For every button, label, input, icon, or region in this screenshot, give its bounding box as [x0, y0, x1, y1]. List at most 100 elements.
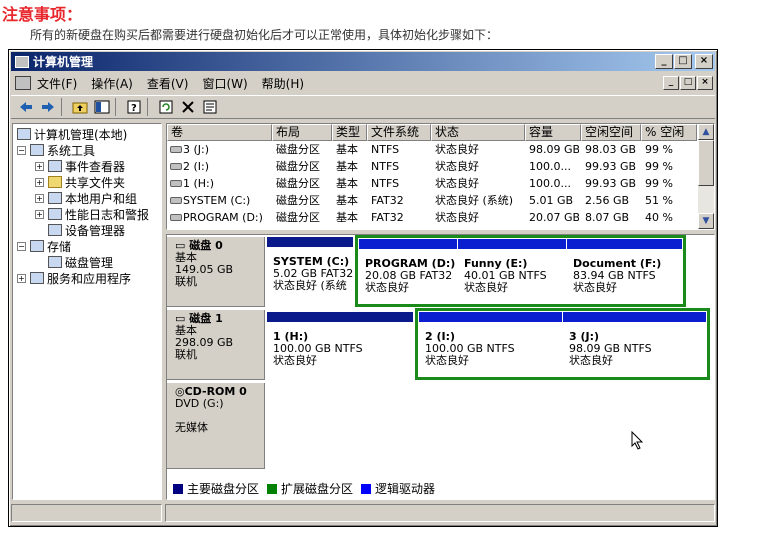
- disk-1-label[interactable]: ▭ 磁盘 1 基本 298.09 GB 联机: [167, 310, 265, 380]
- volume-cell: 99 %: [645, 160, 673, 173]
- partition-system-c[interactable]: SYSTEM (C:) 5.02 GB FAT32 状态良好 (系统: [267, 237, 353, 305]
- volume-drive-icon: [170, 146, 182, 153]
- tree-item-local-users[interactable]: + 本地用户和组: [35, 190, 137, 206]
- minimize-button[interactable]: _: [655, 54, 673, 69]
- refresh-icon[interactable]: [155, 97, 177, 117]
- status-pane-2: [165, 504, 715, 522]
- child-minimize-button[interactable]: _: [663, 76, 679, 90]
- volume-list-scrollbar[interactable]: ▲ ▼: [698, 124, 714, 229]
- volume-cell: NTFS: [371, 143, 400, 156]
- col-header-volume[interactable]: 卷: [167, 124, 272, 141]
- note-text: 所有的新硬盘在购买后都需要进行硬盘初始化后才可以正常使用，具体初始化步骤如下：: [30, 28, 499, 42]
- tree-item-event-viewer[interactable]: + 事件查看器: [35, 158, 125, 174]
- collapse-toggle[interactable]: −: [17, 241, 26, 251]
- expand-toggle[interactable]: +: [17, 273, 26, 283]
- volume-cell: NTFS: [371, 177, 400, 190]
- volume-cell: 状态良好 (系统): [435, 194, 514, 207]
- partition-document-f[interactable]: Document (F:) 83.94 GB NTFS 状态良好: [567, 239, 682, 303]
- partition-3-j[interactable]: 3 (J:) 98.09 GB NTFS 状态良好: [563, 312, 706, 376]
- partition-2-i[interactable]: 2 (I:) 100.00 GB NTFS 状态良好: [419, 312, 562, 376]
- tree-item-system-tools[interactable]: − 系统工具: [17, 142, 95, 158]
- partition-program-d[interactable]: PROGRAM (D:) 20.08 GB FAT32 状态良好: [359, 239, 457, 303]
- volume-cell: 磁盘分区: [276, 211, 320, 224]
- expand-toggle[interactable]: +: [35, 177, 44, 187]
- volume-cell: 100.0...: [529, 160, 571, 173]
- expand-toggle[interactable]: +: [35, 193, 44, 203]
- storage-icon: [30, 240, 44, 252]
- tree-item-shared-folders[interactable]: + 共享文件夹: [35, 174, 125, 190]
- forward-arrow-icon[interactable]: [37, 97, 59, 117]
- volume-name-cell[interactable]: SYSTEM (C:): [183, 192, 272, 209]
- menu-view[interactable]: 查看(V): [147, 75, 189, 92]
- tree-item-disk-management[interactable]: 磁盘管理: [48, 254, 113, 270]
- disk-0-label[interactable]: ▭ 磁盘 0 基本 149.05 GB 联机: [167, 237, 265, 307]
- volume-cell: FAT32: [371, 194, 404, 207]
- tree-item-root[interactable]: 计算机管理(本地): [17, 126, 127, 142]
- volume-cell: 99.93 GB: [585, 160, 637, 173]
- volume-cell: NTFS: [371, 160, 400, 173]
- expand-toggle[interactable]: +: [35, 209, 44, 219]
- collapse-toggle[interactable]: −: [17, 145, 26, 155]
- volume-name-cell[interactable]: 3 (J:): [183, 141, 272, 158]
- volume-cell: 磁盘分区: [276, 177, 320, 190]
- svg-text:?: ?: [131, 103, 137, 114]
- legend-swatch: [361, 483, 372, 494]
- volume-cell: 2.56 GB: [585, 194, 630, 207]
- volume-cell: 状态良好: [435, 160, 479, 173]
- title-bar[interactable]: 计算机管理 _ □ ×: [11, 52, 715, 71]
- menu-action[interactable]: 操作(A): [91, 75, 133, 92]
- menu-file[interactable]: 文件(F): [37, 75, 77, 92]
- scroll-thumb[interactable]: [698, 140, 714, 186]
- col-header-percent-free[interactable]: % 空闲: [641, 124, 697, 141]
- tree-item-device-manager[interactable]: 设备管理器: [48, 222, 125, 238]
- volume-name-cell[interactable]: 2 (I:): [183, 158, 272, 175]
- col-header-filesystem[interactable]: 文件系统: [367, 124, 431, 141]
- volume-list: 卷 布局 类型 文件系统 状态 容量 空闲空间 % 空闲 3 (J:) 磁盘分区 基…: [166, 123, 715, 230]
- legend-extended: 扩展磁盘分区: [267, 480, 353, 497]
- volume-name-cell[interactable]: 1 (H:): [183, 175, 272, 192]
- scroll-down-button[interactable]: ▼: [698, 213, 714, 229]
- volume-cell: 98.03 GB: [585, 143, 637, 156]
- close-button[interactable]: ×: [695, 54, 713, 69]
- col-header-status[interactable]: 状态: [431, 124, 525, 141]
- scroll-up-button[interactable]: ▲: [698, 124, 714, 140]
- computer-management-window: 计算机管理 _ □ × 文件(F) 操作(A) 查看(V) 窗口(W) 帮助(H…: [8, 49, 718, 527]
- mouse-cursor-icon: [631, 431, 644, 450]
- tree-item-services-apps[interactable]: + 服务和应用程序: [17, 270, 131, 286]
- up-folder-icon[interactable]: [69, 97, 91, 117]
- services-icon: [30, 272, 44, 284]
- child-restore-button[interactable]: □: [680, 76, 696, 90]
- delete-icon[interactable]: [177, 97, 199, 117]
- partition-funny-e[interactable]: Funny (E:) 40.01 GB NTFS 状态良好: [458, 239, 566, 303]
- child-close-button[interactable]: ×: [697, 76, 713, 90]
- maximize-button[interactable]: □: [674, 54, 692, 69]
- legend-primary: 主要磁盘分区: [173, 480, 259, 497]
- col-header-free-space[interactable]: 空闲空间: [581, 124, 641, 141]
- volume-cell: 基本: [336, 160, 358, 173]
- volume-drive-icon: [170, 163, 182, 170]
- back-arrow-icon[interactable]: [15, 97, 37, 117]
- col-header-type[interactable]: 类型: [332, 124, 367, 141]
- show-hide-tree-icon[interactable]: [91, 97, 113, 117]
- volume-cell: 8.07 GB: [585, 211, 630, 224]
- tree-item-performance-logs[interactable]: + 性能日志和警报: [35, 206, 149, 222]
- col-header-layout[interactable]: 布局: [272, 124, 332, 141]
- computer-icon: [17, 128, 31, 140]
- cdrom-0-label[interactable]: ◎CD-ROM 0 DVD (G:) 无媒体: [167, 383, 265, 469]
- volume-cell: 98.09 GB: [529, 143, 579, 156]
- tree-item-storage[interactable]: − 存储: [17, 238, 71, 254]
- volume-cell: FAT32: [371, 211, 404, 224]
- col-header-capacity[interactable]: 容量: [525, 124, 581, 141]
- partition-1-h[interactable]: 1 (H:) 100.00 GB NTFS 状态良好: [267, 312, 413, 378]
- details-pane: 卷 布局 类型 文件系统 状态 容量 空闲空间 % 空闲 3 (J:) 磁盘分区 基…: [166, 123, 715, 500]
- mmc-document-icon[interactable]: [15, 76, 31, 90]
- menu-window[interactable]: 窗口(W): [202, 75, 247, 92]
- menu-help[interactable]: 帮助(H): [262, 75, 304, 92]
- volume-name-cell[interactable]: PROGRAM (D:): [183, 209, 272, 226]
- properties-icon[interactable]: [199, 97, 221, 117]
- volume-cell: 99 %: [645, 143, 673, 156]
- volume-cell: 基本: [336, 177, 358, 190]
- help-icon[interactable]: ?: [123, 97, 145, 117]
- volume-cell: 51 %: [645, 194, 673, 207]
- expand-toggle[interactable]: +: [35, 161, 44, 171]
